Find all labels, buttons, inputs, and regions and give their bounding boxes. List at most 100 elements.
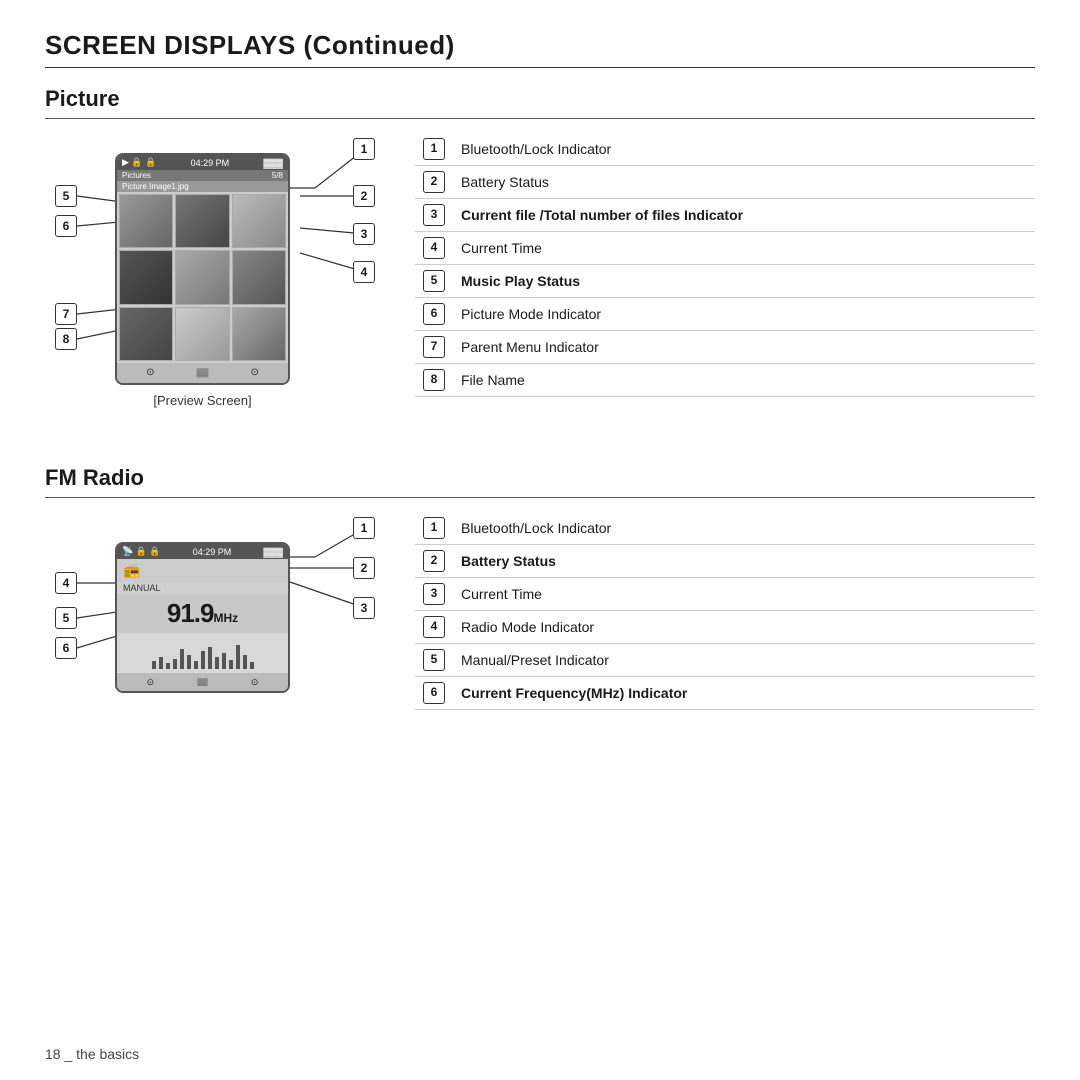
bar-12 — [229, 660, 233, 669]
fm-legend-row: 6 Current Frequency(MHz) Indicator — [415, 677, 1035, 710]
bar-5 — [180, 649, 184, 669]
legend-num-box: 2 — [423, 171, 445, 193]
legend-num-cell: 2 — [415, 166, 453, 199]
fm-legend-text-cell: Battery Status — [453, 545, 1035, 578]
legend-num-cell: 1 — [415, 133, 453, 166]
fm-callout-3: 3 — [353, 597, 375, 619]
bar-8 — [201, 651, 205, 669]
fm-legend-num-box: 4 — [423, 616, 445, 638]
legend-text-cell: Picture Mode Indicator — [453, 298, 1035, 331]
photo-7 — [119, 307, 173, 361]
fm-callout-6: 6 — [55, 637, 77, 659]
legend-num-cell: 4 — [415, 232, 453, 265]
fm-legend-text-cell: Current Time — [453, 578, 1035, 611]
picture-legend: 1 Bluetooth/Lock Indicator 2 Battery Sta… — [415, 133, 1035, 397]
fm-legend-num-box: 1 — [423, 517, 445, 539]
legend-num-cell: 3 — [415, 199, 453, 232]
legend-num-box: 4 — [423, 237, 445, 259]
fm-legend-text-cell: Bluetooth/Lock Indicator — [453, 512, 1035, 545]
bar-10 — [215, 657, 219, 669]
legend-row: 5 Music Play Status — [415, 265, 1035, 298]
fm-legend-num-box: 3 — [423, 583, 445, 605]
photo-grid — [117, 192, 288, 363]
legend-row: 1 Bluetooth/Lock Indicator — [415, 133, 1035, 166]
legend-text-cell: Music Play Status — [453, 265, 1035, 298]
fm-frequency-display: 91.9MHz — [117, 594, 288, 633]
legend-text-cell: File Name — [453, 364, 1035, 397]
legend-num-cell: 5 — [415, 265, 453, 298]
legend-num-box: 8 — [423, 369, 445, 391]
fm-signal-bars — [117, 633, 288, 673]
photo-8 — [175, 307, 229, 361]
screen-bottom: ⊙ ▓▓ ⊙ — [117, 363, 288, 383]
fm-unit: MHz — [213, 611, 238, 625]
fm-legend-num-box: 5 — [423, 649, 445, 671]
callout-3: 3 — [353, 223, 375, 245]
legend-num-box: 7 — [423, 336, 445, 358]
fm-section: FM Radio 1 2 3 4 5 6 — [45, 465, 1035, 802]
folder-name: Pictures — [122, 171, 151, 180]
photo-2 — [175, 194, 229, 248]
photo-6 — [232, 250, 286, 304]
fm-legend: 1 Bluetooth/Lock Indicator 2 Battery Sta… — [415, 512, 1035, 710]
fm-header: 📡 🔒 🔒 04:29 PM ▓▓▓ — [117, 544, 288, 559]
bar-9 — [208, 647, 212, 669]
picture-device: ▶ 🔒 🔒 04:29 PM ▓▓▓ Pictures 5/8 Picture … — [115, 153, 290, 408]
bar-7 — [194, 661, 198, 669]
fm-legend-num-cell: 2 — [415, 545, 453, 578]
legend-row: 8 File Name — [415, 364, 1035, 397]
file-count: 5/8 — [272, 171, 283, 180]
fm-callout-5: 5 — [55, 607, 77, 629]
main-divider — [45, 67, 1035, 68]
callout-5: 5 — [55, 185, 77, 207]
photo-1 — [119, 194, 173, 248]
picture-caption: [Preview Screen] — [115, 393, 290, 408]
picture-content: 5 6 7 8 1 2 3 4 — [45, 133, 1035, 443]
legend-num-box: 3 — [423, 204, 445, 226]
fm-legend-num-cell: 4 — [415, 611, 453, 644]
fm-legend-text-cell: Current Frequency(MHz) Indicator — [453, 677, 1035, 710]
header-time: 04:29 PM — [191, 158, 230, 168]
file-name: Picture Image1.jpg — [117, 181, 288, 192]
legend-num-box: 5 — [423, 270, 445, 292]
bar-15 — [250, 662, 254, 669]
fm-legend-row: 4 Radio Mode Indicator — [415, 611, 1035, 644]
photo-4 — [119, 250, 173, 304]
fm-header-battery: ▓▓▓ — [263, 547, 283, 557]
fm-icon-row: 📻 — [117, 559, 288, 582]
callout-1: 1 — [353, 138, 375, 160]
legend-text-cell: Current file /Total number of files Indi… — [453, 199, 1035, 232]
fm-header-icons: 📡 🔒 🔒 — [122, 546, 161, 557]
fm-bottom: ⊙ ▓▓ ⊙ — [117, 673, 288, 691]
fm-content: 1 2 3 4 5 6 — [45, 512, 1035, 802]
screen-header: ▶ 🔒 🔒 04:29 PM ▓▓▓ — [117, 155, 288, 170]
fm-legend-row: 1 Bluetooth/Lock Indicator — [415, 512, 1035, 545]
fm-legend-num-cell: 3 — [415, 578, 453, 611]
fm-legend-num-cell: 6 — [415, 677, 453, 710]
fm-device: 📡 🔒 🔒 04:29 PM ▓▓▓ 📻 MANUAL 91.9MHz — [115, 542, 290, 693]
callout-2: 2 — [353, 185, 375, 207]
main-title: SCREEN DISPLAYS (Continued) — [45, 30, 1035, 61]
legend-row: 4 Current Time — [415, 232, 1035, 265]
callout-7: 7 — [55, 303, 77, 325]
fm-legend-num-box: 6 — [423, 682, 445, 704]
bar-11 — [222, 653, 226, 669]
legend-text-cell: Parent Menu Indicator — [453, 331, 1035, 364]
picture-diagram: 5 6 7 8 1 2 3 4 — [45, 133, 385, 443]
picture-section-title: Picture — [45, 86, 1035, 112]
photo-3 — [232, 194, 286, 248]
fm-mode-label: MANUAL — [117, 582, 288, 594]
fm-legend-num-cell: 5 — [415, 644, 453, 677]
fm-legend-row: 3 Current Time — [415, 578, 1035, 611]
fm-callout-2: 2 — [353, 557, 375, 579]
legend-num-box: 1 — [423, 138, 445, 160]
fm-header-time: 04:29 PM — [193, 547, 232, 557]
legend-num-cell: 8 — [415, 364, 453, 397]
fm-legend-num-box: 2 — [423, 550, 445, 572]
legend-num-cell: 6 — [415, 298, 453, 331]
fm-radio-icon: 📻 — [123, 562, 140, 579]
legend-row: 2 Battery Status — [415, 166, 1035, 199]
header-icons: ▶ 🔒 🔒 — [122, 157, 156, 168]
fm-screen: 📡 🔒 🔒 04:29 PM ▓▓▓ 📻 MANUAL 91.9MHz — [115, 542, 290, 693]
legend-text-cell: Current Time — [453, 232, 1035, 265]
